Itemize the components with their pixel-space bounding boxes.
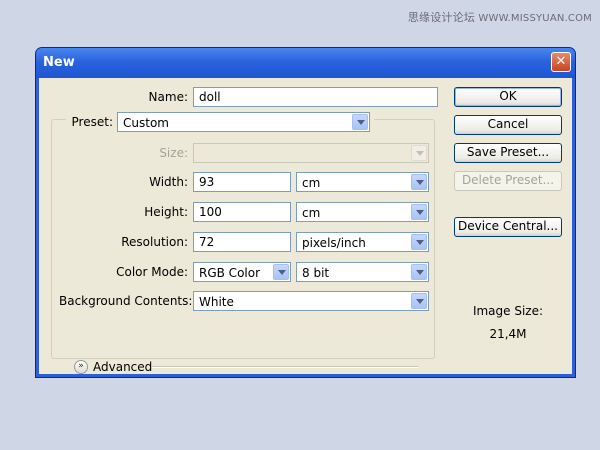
image-size-label: Image Size: xyxy=(472,304,544,318)
advanced-divider xyxy=(152,366,418,368)
resolution-label: Resolution: xyxy=(121,235,188,249)
width-input[interactable]: 93 xyxy=(193,172,291,192)
background-contents-select[interactable]: White xyxy=(193,291,429,311)
chevron-down-icon xyxy=(411,293,427,309)
chevron-double-down-icon[interactable]: » xyxy=(74,360,88,374)
watermark-cn: 思缘设计论坛 xyxy=(407,11,476,24)
watermark-site: WWW.MISSYUAN.COM xyxy=(478,13,592,24)
cancel-button[interactable]: Cancel xyxy=(454,115,562,135)
resolution-input[interactable]: 72 xyxy=(193,232,291,252)
chevron-down-icon xyxy=(411,204,427,220)
resolution-unit-select[interactable]: pixels/inch xyxy=(296,232,429,252)
chevron-down-icon xyxy=(352,114,368,130)
preset-label: Preset: xyxy=(71,115,113,129)
size-label: Size: xyxy=(159,146,188,160)
chevron-down-icon xyxy=(411,145,427,161)
preset-value: Custom xyxy=(123,116,169,130)
height-label: Height: xyxy=(144,205,188,219)
dialog-title: New xyxy=(43,55,75,70)
watermark: 思缘设计论坛 WWW.MISSYUAN.COM xyxy=(408,9,592,25)
bit-depth-value: 8 bit xyxy=(302,266,330,280)
resolution-unit-value: pixels/inch xyxy=(302,236,366,250)
chevron-down-icon xyxy=(411,264,427,280)
width-label: Width: xyxy=(149,175,188,189)
bit-depth-select[interactable]: 8 bit xyxy=(296,262,429,282)
close-icon: ✕ xyxy=(555,54,567,69)
image-size-value: 21,4M xyxy=(489,327,527,341)
dialog-body: Name: doll Preset: Custom Size: Width: 9… xyxy=(39,78,572,374)
width-unit-value: cm xyxy=(302,176,321,190)
new-document-dialog: New ✕ Name: doll Preset: Custom Size: Wi… xyxy=(35,47,576,378)
delete-preset-button: Delete Preset... xyxy=(454,171,562,191)
color-mode-select[interactable]: RGB Color xyxy=(193,262,291,282)
chevron-down-icon xyxy=(411,234,427,250)
height-input[interactable]: 100 xyxy=(193,202,291,222)
ok-button[interactable]: OK xyxy=(454,87,562,107)
preset-select[interactable]: Custom xyxy=(117,112,370,132)
device-central-button[interactable]: Device Central... xyxy=(454,217,562,237)
background-contents-label: Background Contents: xyxy=(59,294,193,308)
color-mode-label: Color Mode: xyxy=(116,265,188,279)
chevron-down-icon xyxy=(411,174,427,190)
advanced-label[interactable]: Advanced xyxy=(93,360,152,374)
chevron-down-icon xyxy=(273,264,289,280)
name-label: Name: xyxy=(148,90,188,104)
width-unit-select[interactable]: cm xyxy=(296,172,429,192)
color-mode-value: RGB Color xyxy=(199,266,261,280)
height-unit-select[interactable]: cm xyxy=(296,202,429,222)
name-input[interactable]: doll xyxy=(193,87,438,107)
title-bar[interactable]: New ✕ xyxy=(36,48,575,78)
height-unit-value: cm xyxy=(302,206,321,220)
size-select xyxy=(193,143,429,163)
background-contents-value: White xyxy=(199,295,234,309)
close-button[interactable]: ✕ xyxy=(551,52,571,72)
save-preset-button[interactable]: Save Preset... xyxy=(454,143,562,163)
